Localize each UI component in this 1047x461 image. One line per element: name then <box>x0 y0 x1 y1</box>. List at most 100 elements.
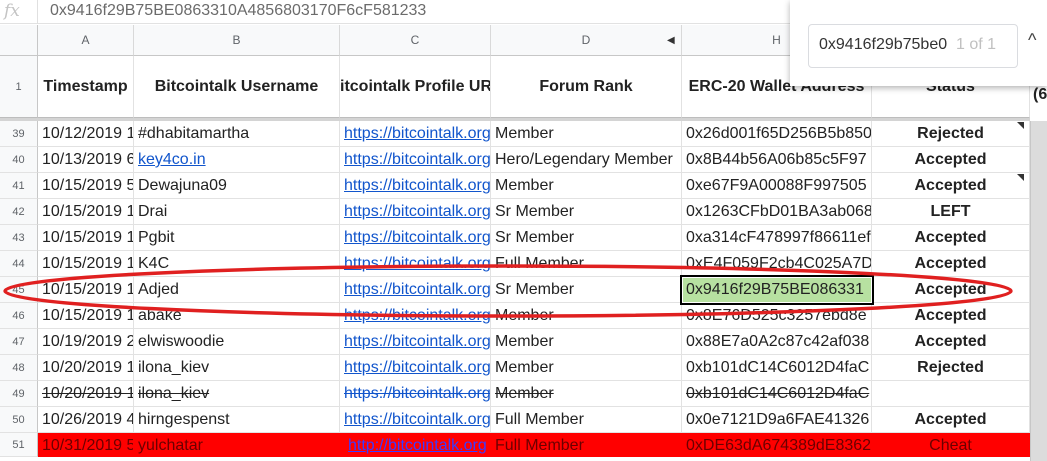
column-header-c[interactable]: C <box>340 25 491 56</box>
cell-status[interactable]: Accepted <box>872 147 1030 173</box>
cell-wallet[interactable]: 0x8E76D525c3257ebd8e <box>682 303 872 329</box>
select-all-corner[interactable] <box>0 25 38 56</box>
cell-profile-url[interactable]: http://bitcointalk.org <box>340 433 491 457</box>
cell-username[interactable]: yulchatar <box>134 433 340 457</box>
cell-timestamp[interactable]: 10/12/2019 1 <box>38 121 134 147</box>
row-number[interactable]: 49 <box>0 381 38 407</box>
cell-forum-rank[interactable]: Hero/Legendary Member <box>491 147 682 173</box>
cell-profile-url[interactable]: https://bitcointalk.org <box>340 173 491 199</box>
cell-status[interactable]: Accepted <box>872 303 1030 329</box>
cell-timestamp[interactable]: 10/15/2019 1 <box>38 303 134 329</box>
find-input[interactable]: 0x9416f29b75be0 1 of 1 <box>808 24 1018 68</box>
cell-username[interactable]: hirngespenst <box>134 407 340 433</box>
cell-profile-url[interactable]: https://bitcointalk.org <box>340 303 491 329</box>
cell-forum-rank[interactable]: Member <box>491 121 682 147</box>
cell-status[interactable]: Accepted <box>872 225 1030 251</box>
cell-username[interactable]: ilona_kiev <box>134 355 340 381</box>
cell-username[interactable]: Drai <box>134 199 340 225</box>
cell-timestamp[interactable]: 10/13/2019 6 <box>38 147 134 173</box>
cell-profile-url[interactable]: https://bitcointalk.org <box>340 277 491 303</box>
cell-forum-rank[interactable]: Full Member <box>491 433 682 457</box>
row-number[interactable]: 46 <box>0 303 38 329</box>
cell-profile-url[interactable]: https://bitcointalk.org <box>340 199 491 225</box>
comment-indicator-icon[interactable] <box>1017 122 1024 129</box>
cell-username[interactable]: ilona_kiev <box>134 381 340 407</box>
cell-wallet[interactable]: 0x0e7121D9a6FAE41326 <box>682 407 872 433</box>
cell-timestamp[interactable]: 10/31/2019 5 <box>38 433 134 457</box>
cell-username[interactable]: Adjed <box>134 277 340 303</box>
row-number[interactable]: 50 <box>0 407 38 433</box>
row-number[interactable]: 1 <box>0 56 38 118</box>
cell-profile-url[interactable]: https://bitcointalk.org <box>340 225 491 251</box>
row-number[interactable]: 47 <box>0 329 38 355</box>
cell-wallet[interactable]: 0x26d001f65D256B5b850 <box>682 121 872 147</box>
cell-forum-rank[interactable]: Sr Member <box>491 277 682 303</box>
cell-wallet[interactable]: 0xb101dC14C6012D4faC <box>682 381 872 407</box>
cell-wallet[interactable]: 0xa314cF478997f86611ef <box>682 225 872 251</box>
cell-profile-url[interactable]: https://bitcointalk.org <box>340 355 491 381</box>
cell-timestamp[interactable]: 10/15/2019 1 <box>38 251 134 277</box>
cell-forum-rank[interactable]: Member <box>491 329 682 355</box>
cell-profile-url[interactable]: https://bitcointalk.org <box>340 251 491 277</box>
cell-timestamp[interactable]: 10/20/2019 1 <box>38 381 134 407</box>
cell-forum-rank[interactable]: Sr Member <box>491 225 682 251</box>
header-timestamp[interactable]: Timestamp <box>38 56 134 118</box>
cell-forum-rank[interactable]: Member <box>491 355 682 381</box>
column-header-b[interactable]: B <box>134 25 340 56</box>
cell-forum-rank[interactable]: Member <box>491 173 682 199</box>
cell-wallet[interactable]: 0x1263CFbD01BA3ab068 <box>682 199 872 225</box>
cell-status[interactable]: Rejected <box>872 355 1030 381</box>
cell-wallet[interactable]: 0xE4F059F2cb4C025A7D <box>682 251 872 277</box>
cell-profile-url[interactable]: https://bitcointalk.org <box>340 147 491 173</box>
row-number[interactable]: 48 <box>0 355 38 381</box>
formula-input[interactable]: 0x9416f29B75BE0863310A4856803170F6cF5812… <box>50 0 426 22</box>
cell-wallet[interactable]: 0xDE63dA674389dE8362 <box>682 433 872 457</box>
cell-status[interactable]: Accepted <box>872 277 1030 303</box>
header-forum-rank[interactable]: Forum Rank <box>491 56 682 118</box>
cell-username[interactable]: Pgbit <box>134 225 340 251</box>
row-number[interactable]: 41 <box>0 173 38 199</box>
hidden-columns-left-icon[interactable]: ◀ <box>667 35 675 46</box>
cell-forum-rank[interactable]: Member <box>491 381 682 407</box>
cell-username[interactable]: key4co.in <box>134 147 340 173</box>
cell-timestamp[interactable]: 10/20/2019 1 <box>38 355 134 381</box>
cell-timestamp[interactable]: 10/26/2019 4 <box>38 407 134 433</box>
find-query[interactable]: 0x9416f29b75be0 <box>819 36 947 54</box>
column-header-d[interactable]: D <box>491 25 682 56</box>
comment-indicator-icon[interactable] <box>1017 174 1024 181</box>
cell-status[interactable]: Accepted <box>872 173 1030 199</box>
cell-forum-rank[interactable]: Sr Member <box>491 199 682 225</box>
column-header-a[interactable]: A <box>38 25 134 56</box>
cell-wallet[interactable]: 0x8B44b56A06b85c5F97 <box>682 147 872 173</box>
header-username[interactable]: Bitcointalk Username <box>134 56 340 118</box>
cell-status[interactable] <box>872 381 1030 407</box>
cell-wallet[interactable]: 0x88E7a0A2c87c42af038 <box>682 329 872 355</box>
header-profile-url[interactable]: itcointalk Profile UR <box>340 56 491 118</box>
cell-forum-rank[interactable]: Member <box>491 303 682 329</box>
row-number[interactable]: 51 <box>0 433 38 457</box>
cell-status[interactable]: Rejected <box>872 121 1030 147</box>
cell-username[interactable]: K4C <box>134 251 340 277</box>
cell-wallet[interactable]: 0xe67F9A00088F997505 <box>682 173 872 199</box>
cell-timestamp[interactable]: 10/15/2019 1 <box>38 277 134 303</box>
cell-wallet[interactable]: 0xb101dC14C6012D4faC <box>682 355 872 381</box>
cell-profile-url[interactable]: https://bitcointalk.org <box>340 329 491 355</box>
cell-username[interactable]: #dhabitamartha <box>134 121 340 147</box>
cell-username[interactable]: Dewajuna09 <box>134 173 340 199</box>
cell-username[interactable]: abake <box>134 303 340 329</box>
cell-timestamp[interactable]: 10/15/2019 1 <box>38 225 134 251</box>
row-number[interactable]: 43 <box>0 225 38 251</box>
cell-timestamp[interactable]: 10/15/2019 5 <box>38 173 134 199</box>
row-number[interactable]: 44 <box>0 251 38 277</box>
find-previous-icon[interactable]: ^ <box>1028 30 1036 51</box>
cell-timestamp[interactable]: 10/19/2019 2 <box>38 329 134 355</box>
cell-timestamp[interactable]: 10/15/2019 1 <box>38 199 134 225</box>
row-number[interactable]: 39 <box>0 121 38 147</box>
cell-status[interactable]: Accepted <box>872 329 1030 355</box>
row-number[interactable]: 42 <box>0 199 38 225</box>
cell-profile-url[interactable]: https://bitcointalk.org <box>340 121 491 147</box>
vertical-scrollbar[interactable] <box>1030 121 1047 461</box>
cell-status[interactable]: Accepted <box>872 251 1030 277</box>
cell-forum-rank[interactable]: Full Member <box>491 407 682 433</box>
cell-status[interactable]: Accepted <box>872 407 1030 433</box>
